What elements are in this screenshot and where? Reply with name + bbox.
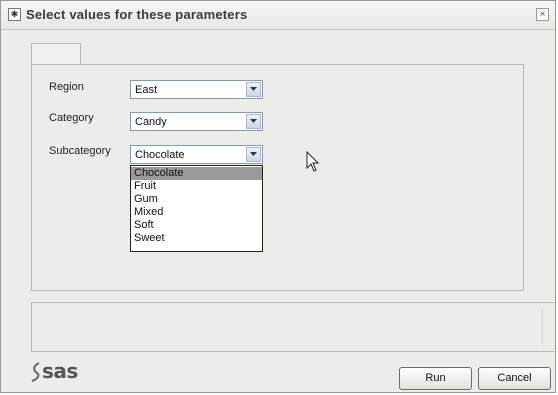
cancel-button[interactable]: Cancel [478, 367, 551, 390]
sas-logo-swoosh-icon [31, 362, 40, 382]
dropdown-option[interactable]: Chocolate [131, 167, 262, 180]
chevron-down-icon[interactable] [246, 147, 261, 162]
dropdown-option[interactable]: Gum [131, 193, 262, 206]
message-area-scrollbar[interactable] [542, 307, 553, 347]
subcategory-label: Subcategory [49, 145, 111, 157]
app-icon[interactable]: ✱ [8, 8, 21, 21]
dropdown-option[interactable]: Fruit [131, 180, 262, 193]
region-value: East [135, 84, 158, 96]
chevron-down-icon[interactable] [246, 114, 261, 129]
message-area [31, 302, 554, 352]
category-value: Candy [135, 116, 167, 128]
close-icon[interactable]: × [536, 8, 549, 21]
parameters-panel: Region East Category Candy Subcategory C… [31, 64, 524, 291]
dropdown-option[interactable]: Sweet [131, 232, 262, 245]
sas-logo: sas [31, 359, 78, 383]
subcategory-combobox[interactable]: Chocolate [130, 145, 263, 164]
dropdown-option[interactable]: Mixed [131, 206, 262, 219]
window-title: Select values for these parameters [26, 7, 248, 22]
subcategory-dropdown-list: Chocolate Fruit Gum Mixed Soft Sweet [130, 165, 263, 252]
region-label: Region [49, 81, 84, 93]
title-bar[interactable]: ✱ Select values for these parameters × [1, 1, 555, 30]
region-combobox[interactable]: East [130, 80, 263, 99]
chevron-down-icon[interactable] [246, 82, 261, 97]
run-button[interactable]: Run [399, 367, 472, 390]
mouse-pointer-icon [306, 150, 320, 176]
category-label: Category [49, 112, 94, 124]
dropdown-option[interactable]: Soft [131, 219, 262, 232]
subcategory-value: Chocolate [135, 149, 185, 161]
parameters-dialog: ✱ Select values for these parameters × R… [0, 0, 556, 393]
sas-logo-text: sas [42, 359, 78, 383]
tab-parameters[interactable] [31, 43, 81, 65]
category-combobox[interactable]: Candy [130, 112, 263, 131]
